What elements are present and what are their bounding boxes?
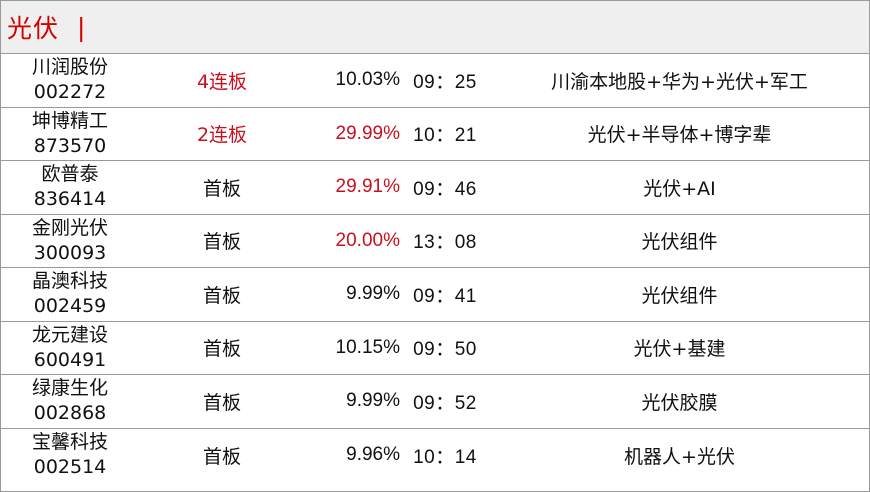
limit-up-time: 09：50 [413, 339, 477, 361]
concept-tags: 川渝本地股+华为+光伏+军工 [551, 70, 808, 93]
limit-up-time: 09：41 [413, 285, 477, 307]
table-row[interactable]: 绿康生化 002868 首板 9.99% 09：52 光伏胶膜 [1, 375, 869, 429]
change-percent: 29.99% [335, 122, 400, 144]
stock-name: 晶澳科技 [31, 270, 108, 293]
limit-up-board: 首板 [202, 338, 241, 361]
stock-code: 300093 [33, 241, 107, 264]
concept-tags: 光伏组件 [641, 231, 718, 254]
change-percent: 9.99% [346, 390, 400, 412]
change-percent: 10.15% [335, 336, 400, 358]
sector-title: 光伏 [7, 14, 60, 43]
stock-identity: 绿康生化 002868 [1, 376, 139, 426]
table-row[interactable]: 金刚光伏 300093 首板 20.00% 13：08 光伏组件 [1, 215, 869, 268]
change-percent: 9.99% [346, 283, 400, 305]
concept-tags: 光伏+半导体+博字辈 [587, 124, 772, 147]
table-row[interactable]: 欧普泰 836414 首板 29.91% 09：46 光伏+AI [1, 161, 869, 215]
limit-up-time: 13：08 [413, 232, 477, 254]
limit-up-board: 首板 [202, 284, 241, 307]
stock-identity: 宝馨科技 002514 [1, 430, 139, 480]
stock-identity: 龙元建设 600491 [1, 323, 139, 373]
change-percent: 10.03% [335, 69, 400, 91]
stock-table: 川润股份 002272 4连板 10.03% 09：25 川渝本地股+华为+光伏… [1, 54, 869, 482]
concept-tags: 光伏+基建 [633, 338, 726, 361]
limit-up-time: 09：46 [413, 178, 477, 200]
table-row[interactable]: 坤博精工 873570 2连板 29.99% 10：21 光伏+半导体+博字辈 [1, 108, 869, 161]
stock-code: 873570 [33, 134, 107, 157]
stock-identity: 金刚光伏 300093 [1, 216, 139, 266]
stock-code: 002868 [33, 402, 107, 425]
table-row[interactable]: 晶澳科技 002459 首板 9.99% 09：41 光伏组件 [1, 268, 869, 322]
concept-tags: 机器人+光伏 [624, 445, 735, 468]
change-percent: 20.00% [335, 229, 400, 251]
stock-name: 金刚光伏 [31, 216, 108, 239]
stock-name: 川润股份 [31, 56, 108, 79]
table-row[interactable]: 宝馨科技 002514 首板 9.96% 10：14 机器人+光伏 [1, 429, 869, 483]
stock-sheet: 光伏 | 川润股份 002272 4连板 10.03% 09：25 川渝本地股+… [0, 0, 870, 492]
limit-up-board: 首板 [202, 445, 241, 468]
stock-name: 绿康生化 [31, 377, 108, 400]
limit-up-time: 09：52 [413, 392, 477, 414]
change-percent: 9.96% [346, 444, 400, 466]
stock-identity: 坤博精工 873570 [1, 109, 139, 159]
stock-name: 龙元建设 [31, 323, 108, 346]
stock-name: 坤博精工 [31, 109, 108, 132]
stock-identity: 川润股份 002272 [1, 55, 139, 105]
stock-identity: 晶澳科技 002459 [1, 269, 139, 319]
limit-up-time: 09：25 [413, 71, 477, 93]
limit-up-time: 10：21 [413, 125, 477, 147]
change-percent: 29.91% [335, 176, 400, 198]
limit-up-board: 首板 [202, 231, 241, 254]
table-row[interactable]: 龙元建设 600491 首板 10.15% 09：50 光伏+基建 [1, 322, 869, 375]
stock-code: 836414 [33, 188, 107, 211]
text-cursor: | [77, 12, 86, 42]
table-row[interactable]: 川润股份 002272 4连板 10.03% 09：25 川渝本地股+华为+光伏… [1, 54, 869, 108]
limit-up-board: 首板 [202, 177, 241, 200]
limit-up-board: 首板 [202, 391, 241, 414]
stock-code: 002459 [33, 295, 107, 318]
limit-up-board: 4连板 [196, 70, 248, 93]
limit-up-board: 2连板 [196, 124, 248, 147]
stock-code: 002514 [33, 456, 107, 479]
limit-up-time: 10：14 [413, 446, 477, 468]
concept-tags: 光伏+AI [643, 177, 716, 200]
stock-code: 002272 [33, 81, 107, 104]
stock-name: 欧普泰 [41, 163, 99, 186]
concept-tags: 光伏组件 [641, 284, 718, 307]
stock-identity: 欧普泰 836414 [1, 162, 139, 212]
sheet-header: 光伏 | [1, 1, 869, 54]
stock-code: 600491 [33, 348, 107, 371]
concept-tags: 光伏胶膜 [641, 391, 718, 414]
stock-name: 宝馨科技 [31, 431, 108, 454]
